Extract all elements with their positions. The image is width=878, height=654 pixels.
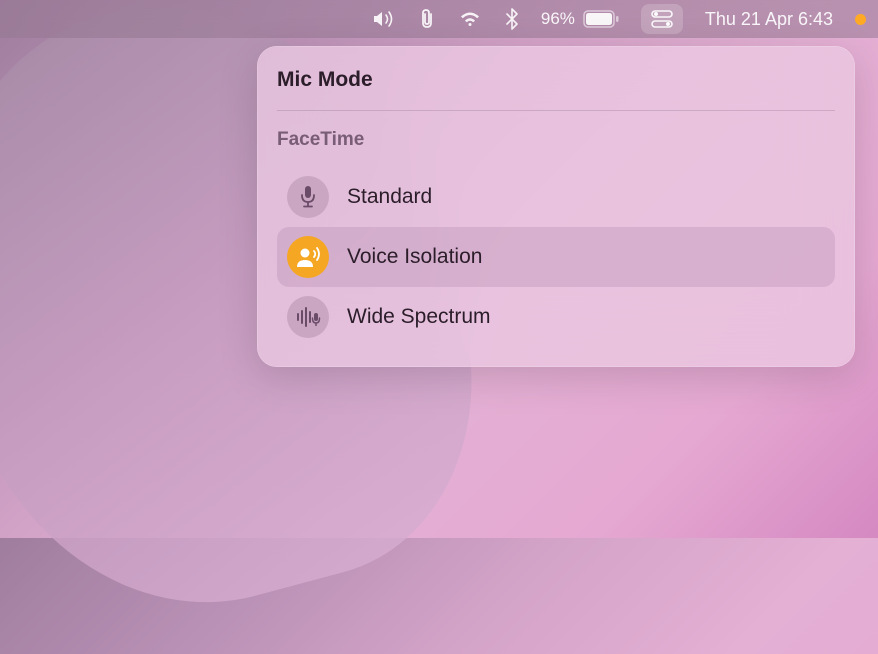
- voice-isolation-icon: [287, 236, 329, 278]
- option-label: Standard: [347, 185, 432, 209]
- control-center-button[interactable]: [641, 4, 683, 34]
- wifi-icon[interactable]: [457, 0, 483, 38]
- menubar: 96% Thu 21 Apr 6:43: [0, 0, 878, 38]
- mic-in-use-indicator: [855, 14, 866, 25]
- paperclip-icon[interactable]: [419, 0, 435, 38]
- datetime[interactable]: Thu 21 Apr 6:43: [705, 9, 833, 30]
- battery-indicator[interactable]: 96%: [541, 9, 619, 29]
- option-label: Wide Spectrum: [347, 305, 491, 329]
- mic-mode-popover: Mic Mode FaceTime Standard Voice Isolati…: [257, 46, 855, 367]
- mic-mode-option-standard[interactable]: Standard: [277, 167, 835, 227]
- mic-mode-option-voice-isolation[interactable]: Voice Isolation: [277, 227, 835, 287]
- divider: [277, 110, 835, 111]
- mic-mode-option-wide-spectrum[interactable]: Wide Spectrum: [277, 287, 835, 347]
- battery-percent: 96%: [541, 9, 575, 29]
- bluetooth-icon[interactable]: [505, 0, 519, 38]
- section-label: FaceTime: [277, 129, 835, 151]
- wide-spectrum-icon: [287, 296, 329, 338]
- popover-title: Mic Mode: [277, 68, 835, 92]
- control-center-icon: [651, 10, 673, 28]
- battery-icon: [583, 10, 619, 28]
- volume-icon[interactable]: [371, 0, 397, 38]
- microphone-icon: [287, 176, 329, 218]
- option-label: Voice Isolation: [347, 245, 482, 269]
